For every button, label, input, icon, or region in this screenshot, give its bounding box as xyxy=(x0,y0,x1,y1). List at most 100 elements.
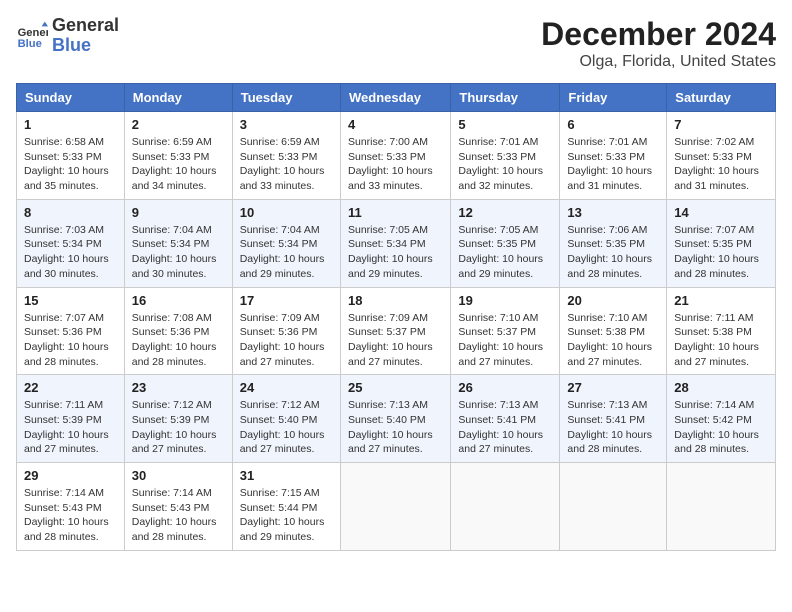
list-item: 23 Sunrise: 7:12 AMSunset: 5:39 PMDayligh… xyxy=(124,375,232,463)
table-row: 29 Sunrise: 7:14 AMSunset: 5:43 PMDayligh… xyxy=(17,463,776,551)
list-item: 16 Sunrise: 7:08 AMSunset: 5:36 PMDayligh… xyxy=(124,287,232,375)
list-item: 10 Sunrise: 7:04 AMSunset: 5:34 PMDayligh… xyxy=(232,199,340,287)
col-sunday: Sunday xyxy=(17,84,125,112)
day-info: Sunrise: 7:10 AMSunset: 5:38 PMDaylight:… xyxy=(567,311,659,370)
list-item: 29Sunrise: 7:14 AMSunset: 5:43 PMDayligh… xyxy=(17,463,125,551)
day-number: 28 xyxy=(674,380,768,395)
list-item: 17Sunrise: 7:09 AMSunset: 5:36 PMDayligh… xyxy=(232,287,340,375)
day-number: 8 xyxy=(24,205,117,220)
list-item: 22 Sunrise: 7:11 AMSunset: 5:39 PMDayligh… xyxy=(17,375,125,463)
logo-text: General Blue xyxy=(52,16,119,56)
month-title: December 2024 xyxy=(541,16,776,53)
day-number: 22 xyxy=(24,380,117,395)
list-item: 9Sunrise: 7:04 AMSunset: 5:34 PMDaylight… xyxy=(124,199,232,287)
day-info: Sunrise: 7:02 AMSunset: 5:33 PMDaylight:… xyxy=(674,135,768,194)
list-item: 11Sunrise: 7:05 AMSunset: 5:34 PMDayligh… xyxy=(340,199,450,287)
col-tuesday: Tuesday xyxy=(232,84,340,112)
day-number: 21 xyxy=(674,293,768,308)
day-number: 10 xyxy=(240,205,333,220)
table-row: 8 Sunrise: 7:03 AMSunset: 5:34 PMDaylight… xyxy=(17,199,776,287)
list-item: 13 Sunrise: 7:06 AMSunset: 5:35 PMDayligh… xyxy=(560,199,667,287)
col-monday: Monday xyxy=(124,84,232,112)
day-number: 25 xyxy=(348,380,443,395)
col-saturday: Saturday xyxy=(667,84,776,112)
day-number: 1 xyxy=(24,117,117,132)
day-info: Sunrise: 7:12 AMSunset: 5:39 PMDaylight:… xyxy=(132,398,225,457)
day-number: 23 xyxy=(132,380,225,395)
day-number: 19 xyxy=(458,293,552,308)
list-item: 28 Sunrise: 7:14 AMSunset: 5:42 PMDayligh… xyxy=(667,375,776,463)
svg-text:General: General xyxy=(18,27,48,39)
day-number: 6 xyxy=(567,117,659,132)
day-info: Sunrise: 7:14 AMSunset: 5:43 PMDaylight:… xyxy=(132,486,225,545)
day-info: Sunrise: 7:04 AMSunset: 5:34 PMDaylight:… xyxy=(240,223,333,282)
list-item: 1Sunrise: 6:58 AMSunset: 5:33 PMDaylight… xyxy=(17,112,125,200)
list-item: 30 Sunrise: 7:14 AMSunset: 5:43 PMDayligh… xyxy=(124,463,232,551)
col-friday: Friday xyxy=(560,84,667,112)
list-item: 24Sunrise: 7:12 AMSunset: 5:40 PMDayligh… xyxy=(232,375,340,463)
list-item: 7 Sunrise: 7:02 AMSunset: 5:33 PMDaylight… xyxy=(667,112,776,200)
day-info: Sunrise: 7:15 AMSunset: 5:44 PMDaylight:… xyxy=(240,486,333,545)
day-number: 17 xyxy=(240,293,333,308)
day-info: Sunrise: 7:09 AMSunset: 5:37 PMDaylight:… xyxy=(348,311,443,370)
list-item: 27Sunrise: 7:13 AMSunset: 5:41 PMDayligh… xyxy=(560,375,667,463)
day-number: 29 xyxy=(24,468,117,483)
list-item: 4Sunrise: 7:00 AMSunset: 5:33 PMDaylight… xyxy=(340,112,450,200)
table-row: 1Sunrise: 6:58 AMSunset: 5:33 PMDaylight… xyxy=(17,112,776,200)
list-item xyxy=(667,463,776,551)
list-item: 14Sunrise: 7:07 AMSunset: 5:35 PMDayligh… xyxy=(667,199,776,287)
day-number: 26 xyxy=(458,380,552,395)
list-item: 8 Sunrise: 7:03 AMSunset: 5:34 PMDaylight… xyxy=(17,199,125,287)
list-item xyxy=(340,463,450,551)
location: Olga, Florida, United States xyxy=(541,53,776,71)
list-item: 21 Sunrise: 7:11 AMSunset: 5:38 PMDayligh… xyxy=(667,287,776,375)
day-info: Sunrise: 7:06 AMSunset: 5:35 PMDaylight:… xyxy=(567,223,659,282)
list-item xyxy=(560,463,667,551)
day-info: Sunrise: 7:07 AMSunset: 5:35 PMDaylight:… xyxy=(674,223,768,282)
day-number: 2 xyxy=(132,117,225,132)
day-number: 9 xyxy=(132,205,225,220)
day-info: Sunrise: 7:11 AMSunset: 5:39 PMDaylight:… xyxy=(24,398,117,457)
day-info: Sunrise: 7:13 AMSunset: 5:40 PMDaylight:… xyxy=(348,398,443,457)
list-item: 26 Sunrise: 7:13 AMSunset: 5:41 PMDayligh… xyxy=(451,375,560,463)
day-number: 4 xyxy=(348,117,443,132)
day-info: Sunrise: 7:03 AMSunset: 5:34 PMDaylight:… xyxy=(24,223,117,282)
table-row: 15Sunrise: 7:07 AMSunset: 5:36 PMDayligh… xyxy=(17,287,776,375)
list-item: 12Sunrise: 7:05 AMSunset: 5:35 PMDayligh… xyxy=(451,199,560,287)
day-number: 3 xyxy=(240,117,333,132)
header: General Blue General Blue December 2024 … xyxy=(16,16,776,71)
list-item: 18 Sunrise: 7:09 AMSunset: 5:37 PMDayligh… xyxy=(340,287,450,375)
day-number: 16 xyxy=(132,293,225,308)
day-info: Sunrise: 7:01 AMSunset: 5:33 PMDaylight:… xyxy=(567,135,659,194)
day-number: 5 xyxy=(458,117,552,132)
list-item: 2 Sunrise: 6:59 AMSunset: 5:33 PMDaylight… xyxy=(124,112,232,200)
day-number: 12 xyxy=(458,205,552,220)
day-info: Sunrise: 6:59 AMSunset: 5:33 PMDaylight:… xyxy=(240,135,333,194)
day-info: Sunrise: 7:13 AMSunset: 5:41 PMDaylight:… xyxy=(567,398,659,457)
list-item: 19Sunrise: 7:10 AMSunset: 5:37 PMDayligh… xyxy=(451,287,560,375)
day-number: 15 xyxy=(24,293,117,308)
list-item: 20 Sunrise: 7:10 AMSunset: 5:38 PMDayligh… xyxy=(560,287,667,375)
day-number: 13 xyxy=(567,205,659,220)
list-item: 15Sunrise: 7:07 AMSunset: 5:36 PMDayligh… xyxy=(17,287,125,375)
list-item: 3 Sunrise: 6:59 AMSunset: 5:33 PMDaylight… xyxy=(232,112,340,200)
day-info: Sunrise: 6:59 AMSunset: 5:33 PMDaylight:… xyxy=(132,135,225,194)
day-number: 20 xyxy=(567,293,659,308)
day-number: 11 xyxy=(348,205,443,220)
list-item xyxy=(451,463,560,551)
day-info: Sunrise: 7:01 AMSunset: 5:33 PMDaylight:… xyxy=(458,135,552,194)
day-number: 7 xyxy=(674,117,768,132)
list-item: 31Sunrise: 7:15 AMSunset: 5:44 PMDayligh… xyxy=(232,463,340,551)
day-number: 30 xyxy=(132,468,225,483)
day-info: Sunrise: 7:11 AMSunset: 5:38 PMDaylight:… xyxy=(674,311,768,370)
day-info: Sunrise: 7:08 AMSunset: 5:36 PMDaylight:… xyxy=(132,311,225,370)
day-info: Sunrise: 7:13 AMSunset: 5:41 PMDaylight:… xyxy=(458,398,552,457)
header-row: Sunday Monday Tuesday Wednesday Thursday… xyxy=(17,84,776,112)
logo-icon: General Blue xyxy=(16,20,48,52)
day-info: Sunrise: 7:12 AMSunset: 5:40 PMDaylight:… xyxy=(240,398,333,457)
day-info: Sunrise: 7:14 AMSunset: 5:42 PMDaylight:… xyxy=(674,398,768,457)
day-number: 18 xyxy=(348,293,443,308)
list-item: 25 Sunrise: 7:13 AMSunset: 5:40 PMDayligh… xyxy=(340,375,450,463)
col-thursday: Thursday xyxy=(451,84,560,112)
list-item: 5 Sunrise: 7:01 AMSunset: 5:33 PMDaylight… xyxy=(451,112,560,200)
